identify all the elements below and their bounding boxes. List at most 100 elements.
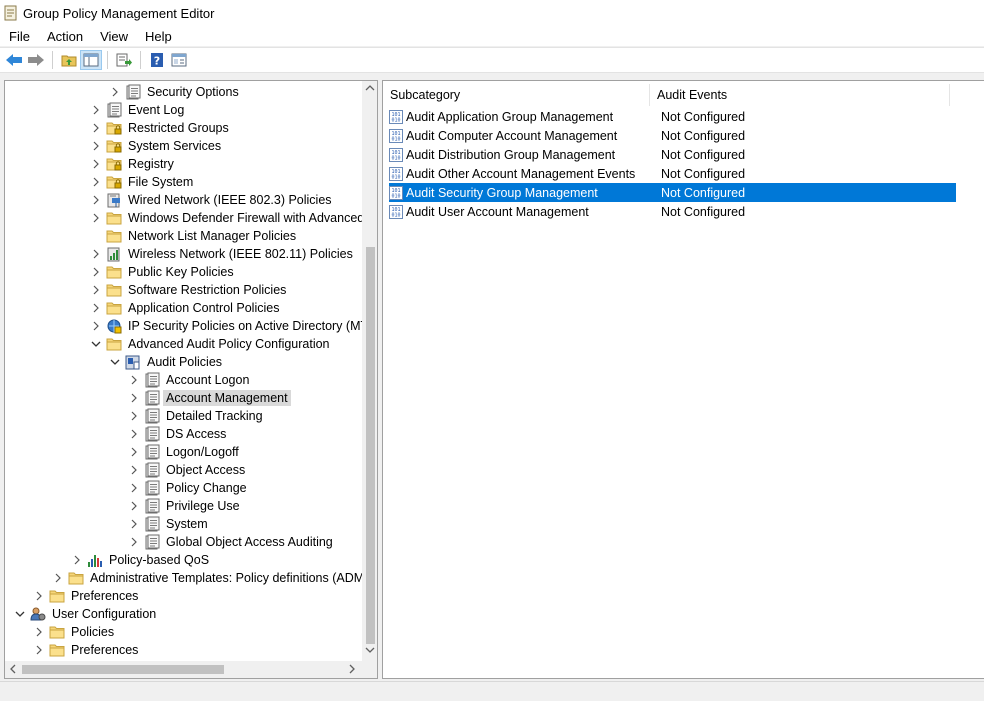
chevron-right-icon[interactable]	[89, 155, 103, 173]
chevron-down-icon[interactable]	[13, 605, 27, 623]
tree-node-label: Preferences	[71, 589, 139, 603]
menu-action[interactable]: Action	[38, 29, 91, 44]
chevron-right-icon[interactable]	[32, 587, 46, 605]
horizontal-scroll-thumb[interactable]	[22, 665, 224, 674]
chevron-right-icon[interactable]	[89, 317, 103, 335]
tree-node-policy-based-qos[interactable]: Policy-based QoS	[70, 551, 212, 569]
tree-node-preferences[interactable]: Preferences	[32, 641, 141, 659]
chevron-right-icon[interactable]	[89, 263, 103, 281]
help-button[interactable]: ?	[146, 50, 168, 70]
tree-node-logon-logoff[interactable]: Logon/Logoff	[127, 443, 242, 461]
chevron-right-icon[interactable]	[127, 389, 141, 407]
subcategory-cell: Audit Other Account Management Events	[406, 166, 636, 181]
column-header-audit-events[interactable]: Audit Events	[650, 84, 950, 106]
tree-node-event-log[interactable]: Event Log	[89, 101, 187, 119]
column-header-subcategory[interactable]: Subcategory	[383, 84, 650, 106]
tree-node-application-control-policies[interactable]: Application Control Policies	[89, 299, 282, 317]
tree-node-restricted-groups[interactable]: Restricted Groups	[89, 119, 232, 137]
chevron-right-icon[interactable]	[127, 533, 141, 551]
chevron-right-icon[interactable]	[70, 551, 84, 569]
chevron-right-icon[interactable]	[89, 173, 103, 191]
tree-horizontal-scrollbar[interactable]	[5, 661, 377, 678]
tree-node-privilege-use[interactable]: Privilege Use	[127, 497, 243, 515]
ip-security-icon	[106, 318, 122, 334]
subcategory-cell: Audit Application Group Management	[406, 109, 614, 124]
chevron-right-icon[interactable]	[127, 497, 141, 515]
scroll-left-arrow-icon[interactable]	[9, 664, 17, 674]
vertical-scroll-thumb[interactable]	[366, 247, 375, 644]
chevron-right-icon[interactable]	[89, 209, 103, 227]
chevron-right-icon[interactable]	[89, 245, 103, 263]
chevron-right-icon[interactable]	[127, 371, 141, 389]
chevron-right-icon[interactable]	[89, 191, 103, 209]
policy-book-icon	[144, 516, 160, 532]
tree-node-object-access[interactable]: Object Access	[127, 461, 248, 479]
tree-node-label: Wireless Network (IEEE 802.11) Policies	[128, 247, 353, 261]
list-item[interactable]: 101 010 Audit Application Group Management…	[389, 107, 956, 126]
tree-node-ip-security-policies-on-active-directory-mtlab-local[interactable]: IP Security Policies on Active Directory…	[89, 317, 362, 335]
tree-node-audit-policies[interactable]: Audit Policies	[108, 353, 225, 371]
tree-node-global-object-access-auditing[interactable]: Global Object Access Auditing	[127, 533, 336, 551]
tree-node-file-system[interactable]: File System	[89, 173, 196, 191]
tree-node-account-management[interactable]: Account Management	[127, 389, 291, 407]
tree-node-wireless-network-ieee-802-11-policies[interactable]: Wireless Network (IEEE 802.11) Policies	[89, 245, 356, 263]
chevron-right-icon[interactable]	[51, 569, 65, 587]
tree-node-wired-network-ieee-802-3-policies[interactable]: Wired Network (IEEE 802.3) Policies	[89, 191, 335, 209]
menu-help[interactable]: Help	[136, 29, 180, 44]
chevron-right-icon[interactable]	[127, 407, 141, 425]
scroll-down-arrow-icon[interactable]	[365, 646, 375, 654]
tree-node-network-list-manager-policies[interactable]: Network List Manager Policies	[89, 227, 299, 245]
list-item[interactable]: 101 010 Audit Other Account Management Eve…	[389, 164, 956, 183]
chevron-right-icon[interactable]	[32, 623, 46, 641]
chevron-down-icon[interactable]	[89, 335, 103, 353]
chevron-right-icon[interactable]	[89, 281, 103, 299]
policy-book-icon	[144, 426, 160, 442]
chevron-right-icon[interactable]	[127, 515, 141, 533]
scroll-right-arrow-icon[interactable]	[348, 664, 356, 674]
show-hide-console-tree-button[interactable]	[80, 50, 102, 70]
tree-node-security-options[interactable]: Security Options	[108, 83, 242, 101]
tree-node-system-services[interactable]: System Services	[89, 137, 224, 155]
chevron-right-icon[interactable]	[108, 83, 122, 101]
chevron-down-icon[interactable]	[108, 353, 122, 371]
chevron-right-icon[interactable]	[127, 425, 141, 443]
chevron-right-icon[interactable]	[127, 479, 141, 497]
tree-node-detailed-tracking[interactable]: Detailed Tracking	[127, 407, 266, 425]
chevron-right-icon[interactable]	[89, 101, 103, 119]
menu-view[interactable]: View	[91, 29, 136, 44]
chevron-right-icon[interactable]	[127, 461, 141, 479]
list-item[interactable]: 101 010 Audit User Account Management Not C…	[389, 202, 956, 221]
export-list-button[interactable]	[113, 50, 135, 70]
tree-node-advanced-audit-policy-configuration[interactable]: Advanced Audit Policy Configuration	[89, 335, 333, 353]
list-item[interactable]: 101 010 Audit Security Group Management Not…	[389, 183, 956, 202]
back-button[interactable]	[3, 50, 25, 70]
tree-vertical-scrollbar[interactable]	[362, 81, 377, 661]
properties-button[interactable]	[168, 50, 190, 70]
chevron-right-icon[interactable]	[127, 443, 141, 461]
tree-node-ds-access[interactable]: DS Access	[127, 425, 229, 443]
tree-node-label: IP Security Policies on Active Directory…	[128, 319, 362, 333]
tree-node-policies[interactable]: Policies	[32, 623, 117, 641]
menu-file[interactable]: File	[0, 29, 38, 44]
list-item[interactable]: 101 010 Audit Computer Account Management N…	[389, 126, 956, 145]
tree-node-public-key-policies[interactable]: Public Key Policies	[89, 263, 237, 281]
forward-button[interactable]	[25, 50, 47, 70]
scroll-up-arrow-icon[interactable]	[365, 84, 375, 92]
console-tree-pane: Security Options Event Log Restricted Grou…	[4, 80, 378, 679]
up-one-level-button[interactable]	[58, 50, 80, 70]
tree-node-policy-change[interactable]: Policy Change	[127, 479, 250, 497]
list-item[interactable]: 101 010 Audit Distribution Group Managemen…	[389, 145, 956, 164]
tree-node-administrative-templates-policy-definitions-admx-files[interactable]: Administrative Templates: Policy definit…	[51, 569, 362, 587]
tree-node-preferences[interactable]: Preferences	[32, 587, 141, 605]
tree-node-account-logon[interactable]: Account Logon	[127, 371, 252, 389]
svg-text:010: 010	[391, 212, 400, 218]
tree-node-user-configuration[interactable]: User Configuration	[13, 605, 159, 623]
chevron-right-icon[interactable]	[89, 137, 103, 155]
chevron-right-icon[interactable]	[89, 119, 103, 137]
chevron-right-icon[interactable]	[89, 299, 103, 317]
chevron-right-icon[interactable]	[32, 641, 46, 659]
tree-node-registry[interactable]: Registry	[89, 155, 177, 173]
tree-node-system[interactable]: System	[127, 515, 211, 533]
tree-node-windows-defender-firewall-with-advanced-security[interactable]: Windows Defender Firewall with Advanced …	[89, 209, 362, 227]
tree-node-software-restriction-policies[interactable]: Software Restriction Policies	[89, 281, 289, 299]
